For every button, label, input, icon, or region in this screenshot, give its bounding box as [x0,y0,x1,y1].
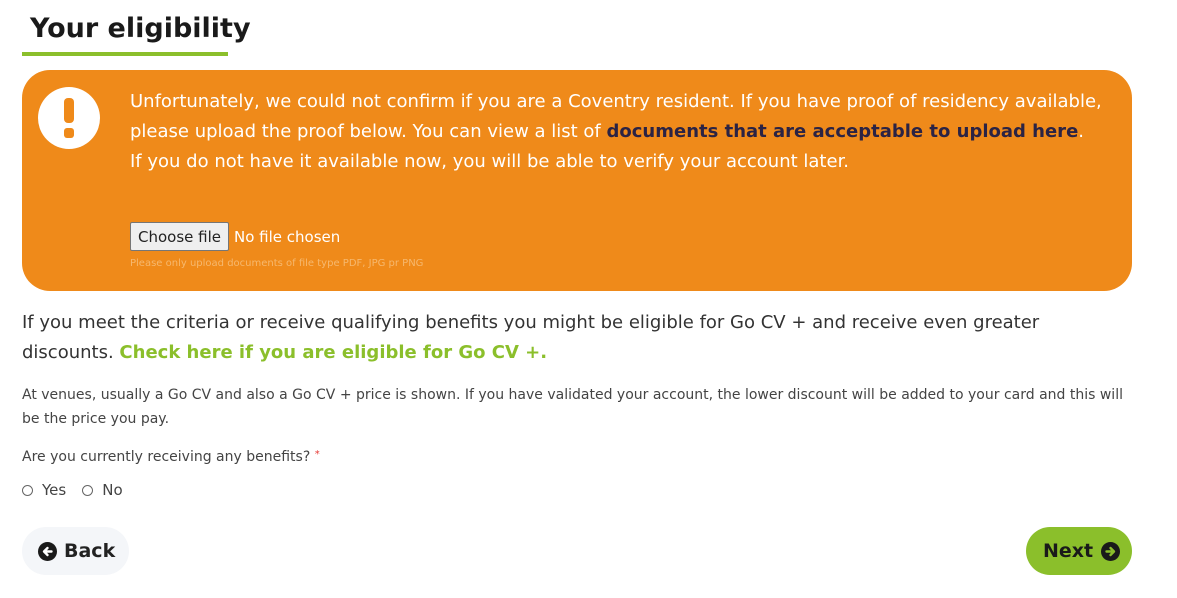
eligibility-page: Your eligibility Unfortunately, we could… [0,0,1177,598]
title-underline [22,52,228,56]
exclamation-bar [64,98,74,123]
alert-paragraph: Unfortunately, we could not confirm if y… [130,87,1105,147]
benefits-radio-group: Yes No [22,481,139,499]
next-button[interactable]: Next [1026,527,1132,575]
back-button-label: Back [64,540,116,562]
page-title: Your eligibility [30,13,251,44]
file-type-hint: Please only upload documents of file typ… [130,258,424,269]
page-title-block: Your eligibility [22,10,251,56]
choose-file-button[interactable]: Choose file [130,222,229,251]
residency-alert: Unfortunately, we could not confirm if y… [22,70,1132,291]
exclamation-dot [64,128,74,138]
file-upload: Choose file No file chosen [130,222,340,251]
alert-message: Unfortunately, we could not confirm if y… [130,87,1105,177]
alert-verify-later: If you do not have it available now, you… [130,151,850,172]
go-cv-plus-eligibility-link[interactable]: Check here if you are eligible for Go CV… [119,342,547,363]
benefits-option-yes[interactable]: Yes [22,481,66,499]
radio-no-label: No [102,481,123,499]
acceptable-documents-link[interactable]: documents that are acceptable to upload … [607,121,1079,142]
benefits-question-label: Are you currently receiving any benefits… [22,449,311,465]
benefits-question: Are you currently receiving any benefits… [22,449,320,465]
radio-yes[interactable] [22,484,33,496]
exclamation-icon [38,87,100,149]
criteria-text: If you meet the criteria or receive qual… [22,308,1122,368]
back-button[interactable]: Back [22,527,129,575]
next-button-label: Next [1043,540,1094,562]
benefits-option-no[interactable]: No [82,481,123,499]
arrow-right-circle-icon [1101,541,1121,561]
radio-no[interactable] [82,484,94,496]
required-mark: * [314,449,320,460]
file-status: No file chosen [234,227,341,246]
alert-text-after: . [1078,121,1085,142]
radio-yes-label: Yes [42,481,67,499]
arrow-left-circle-icon [38,541,57,561]
venues-info: At venues, usually a Go CV and also a Go… [22,387,1123,427]
